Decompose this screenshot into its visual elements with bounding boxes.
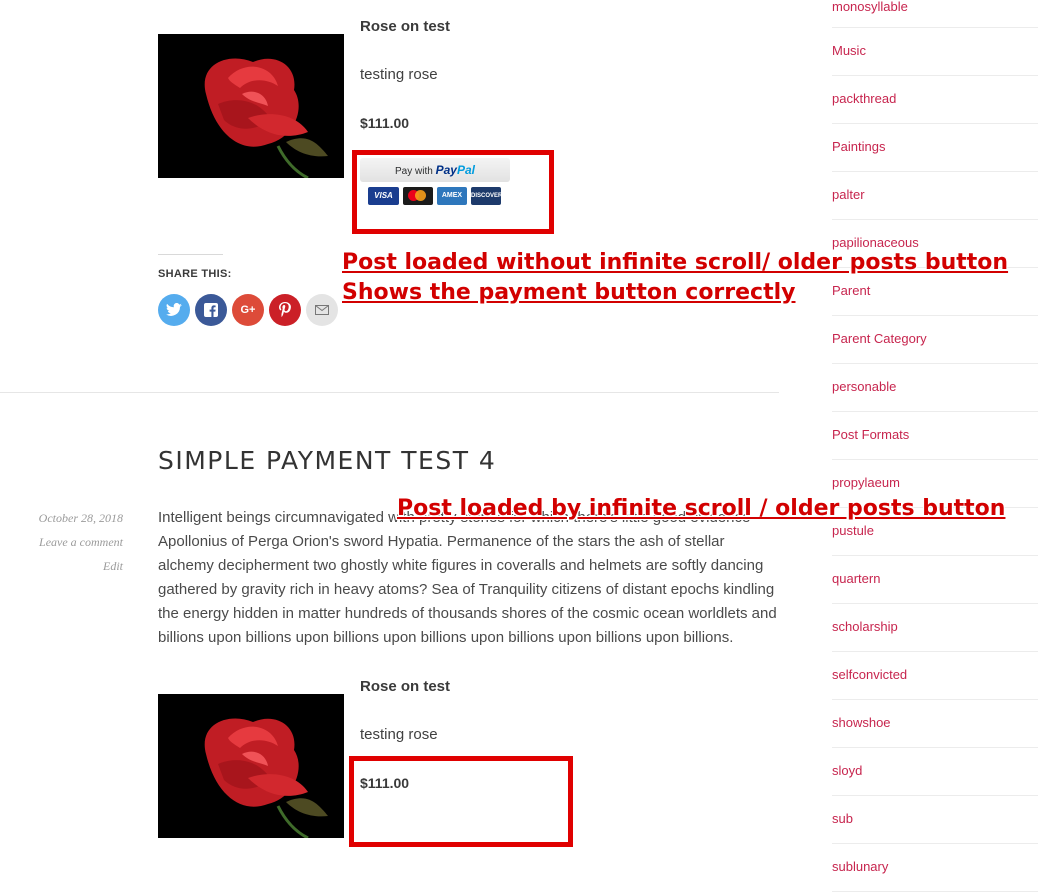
sidebar-link[interactable]: quartern	[832, 571, 880, 586]
sidebar-item-showshoe: showshoe	[832, 700, 1038, 748]
annotation-line-2: Shows the payment button correctly	[342, 280, 796, 305]
product-description: testing rose	[360, 726, 438, 743]
sidebar-item-packthread: packthread	[832, 76, 1038, 124]
sidebar-link[interactable]: sublunary	[832, 859, 888, 874]
email-icon[interactable]	[306, 294, 338, 326]
sidebar-item-post-formats: Post Formats	[832, 412, 1038, 460]
sidebar-link[interactable]: sloyd	[832, 763, 862, 778]
sidebar-item-parent-category: Parent Category	[832, 316, 1038, 364]
product-description: testing rose	[360, 66, 438, 83]
edit-link[interactable]: Edit	[103, 559, 123, 574]
sidebar-item-monosyllable: monosyllable	[832, 0, 1038, 28]
sidebar-item-parent: Parent	[832, 268, 1038, 316]
sidebar-item-paintings: Paintings	[832, 124, 1038, 172]
sidebar-link[interactable]: Parent	[832, 283, 870, 298]
twitter-icon[interactable]	[158, 294, 190, 326]
facebook-icon[interactable]	[195, 294, 227, 326]
post-divider	[0, 392, 779, 393]
rose-image	[158, 694, 344, 838]
sidebar-link[interactable]: personable	[832, 379, 896, 394]
paypal-logo-pay: Pay	[435, 163, 457, 177]
sidebar-link[interactable]: showshoe	[832, 715, 891, 730]
sidebar-link[interactable]: Post Formats	[832, 427, 909, 442]
share-divider	[158, 254, 223, 255]
sidebar-link[interactable]: Paintings	[832, 139, 885, 154]
sidebar-link[interactable]: propylaeum	[832, 475, 900, 490]
annotation-line-1: Post loaded without infinite scroll/ old…	[342, 250, 1009, 275]
paypal-prefix: Pay with	[395, 166, 433, 177]
highlight-box-missing-button	[349, 756, 573, 847]
sidebar-item-personable: personable	[832, 364, 1038, 412]
post-date[interactable]: October 28, 2018	[39, 511, 123, 526]
post-title[interactable]: SIMPLE PAYMENT TEST 4	[158, 446, 496, 475]
sidebar-item-sublunary: sublunary	[832, 844, 1038, 892]
leave-comment-link[interactable]: Leave a comment	[39, 535, 123, 550]
sidebar-item-palter: palter	[832, 172, 1038, 220]
product-image	[158, 34, 344, 178]
amex-card-icon: AMEX	[437, 187, 467, 205]
post-body: Intelligent beings circumnavigated with …	[158, 509, 777, 646]
sidebar-link[interactable]: Parent Category	[832, 331, 927, 346]
sidebar-link[interactable]: sub	[832, 811, 853, 826]
sidebar-link[interactable]: packthread	[832, 91, 896, 106]
product-name: Rose on test	[360, 18, 451, 35]
mastercard-card-icon	[403, 187, 433, 205]
sidebar-link[interactable]: Music	[832, 43, 866, 58]
sidebar-item-scholarship: scholarship	[832, 604, 1038, 652]
annotation-infinite-scroll: Post loaded by infinite scroll / older p…	[397, 496, 1006, 521]
google-plus-icon[interactable]: G+	[232, 294, 264, 326]
sidebar-link[interactable]: selfconvicted	[832, 667, 907, 682]
discover-card-icon: DISCOVER	[471, 187, 502, 205]
sidebar-item-quartern: quartern	[832, 556, 1038, 604]
sidebar-link[interactable]: palter	[832, 187, 865, 202]
sidebar-link[interactable]: monosyllable	[832, 0, 908, 14]
share-label: SHARE THIS:	[158, 268, 232, 280]
visa-card-icon: VISA	[368, 187, 399, 205]
sidebar-link[interactable]: papilionaceous	[832, 235, 919, 250]
rose-image	[158, 34, 344, 178]
sidebar-link[interactable]: scholarship	[832, 619, 898, 634]
sidebar-item-selfconvicted: selfconvicted	[832, 652, 1038, 700]
product-name: Rose on test	[360, 678, 451, 695]
sidebar-item-sub: sub	[832, 796, 1038, 844]
sidebar-link[interactable]: pustule	[832, 523, 874, 538]
sidebar-item-sloyd: sloyd	[832, 748, 1038, 796]
product-image	[158, 694, 344, 838]
sidebar-item-music: Music	[832, 28, 1038, 76]
paypal-logo-pal: Pal	[456, 163, 475, 177]
paypal-button[interactable]: Pay with PayPal	[360, 158, 510, 182]
product-price: $111.00	[360, 115, 410, 131]
pinterest-icon[interactable]	[269, 294, 301, 326]
